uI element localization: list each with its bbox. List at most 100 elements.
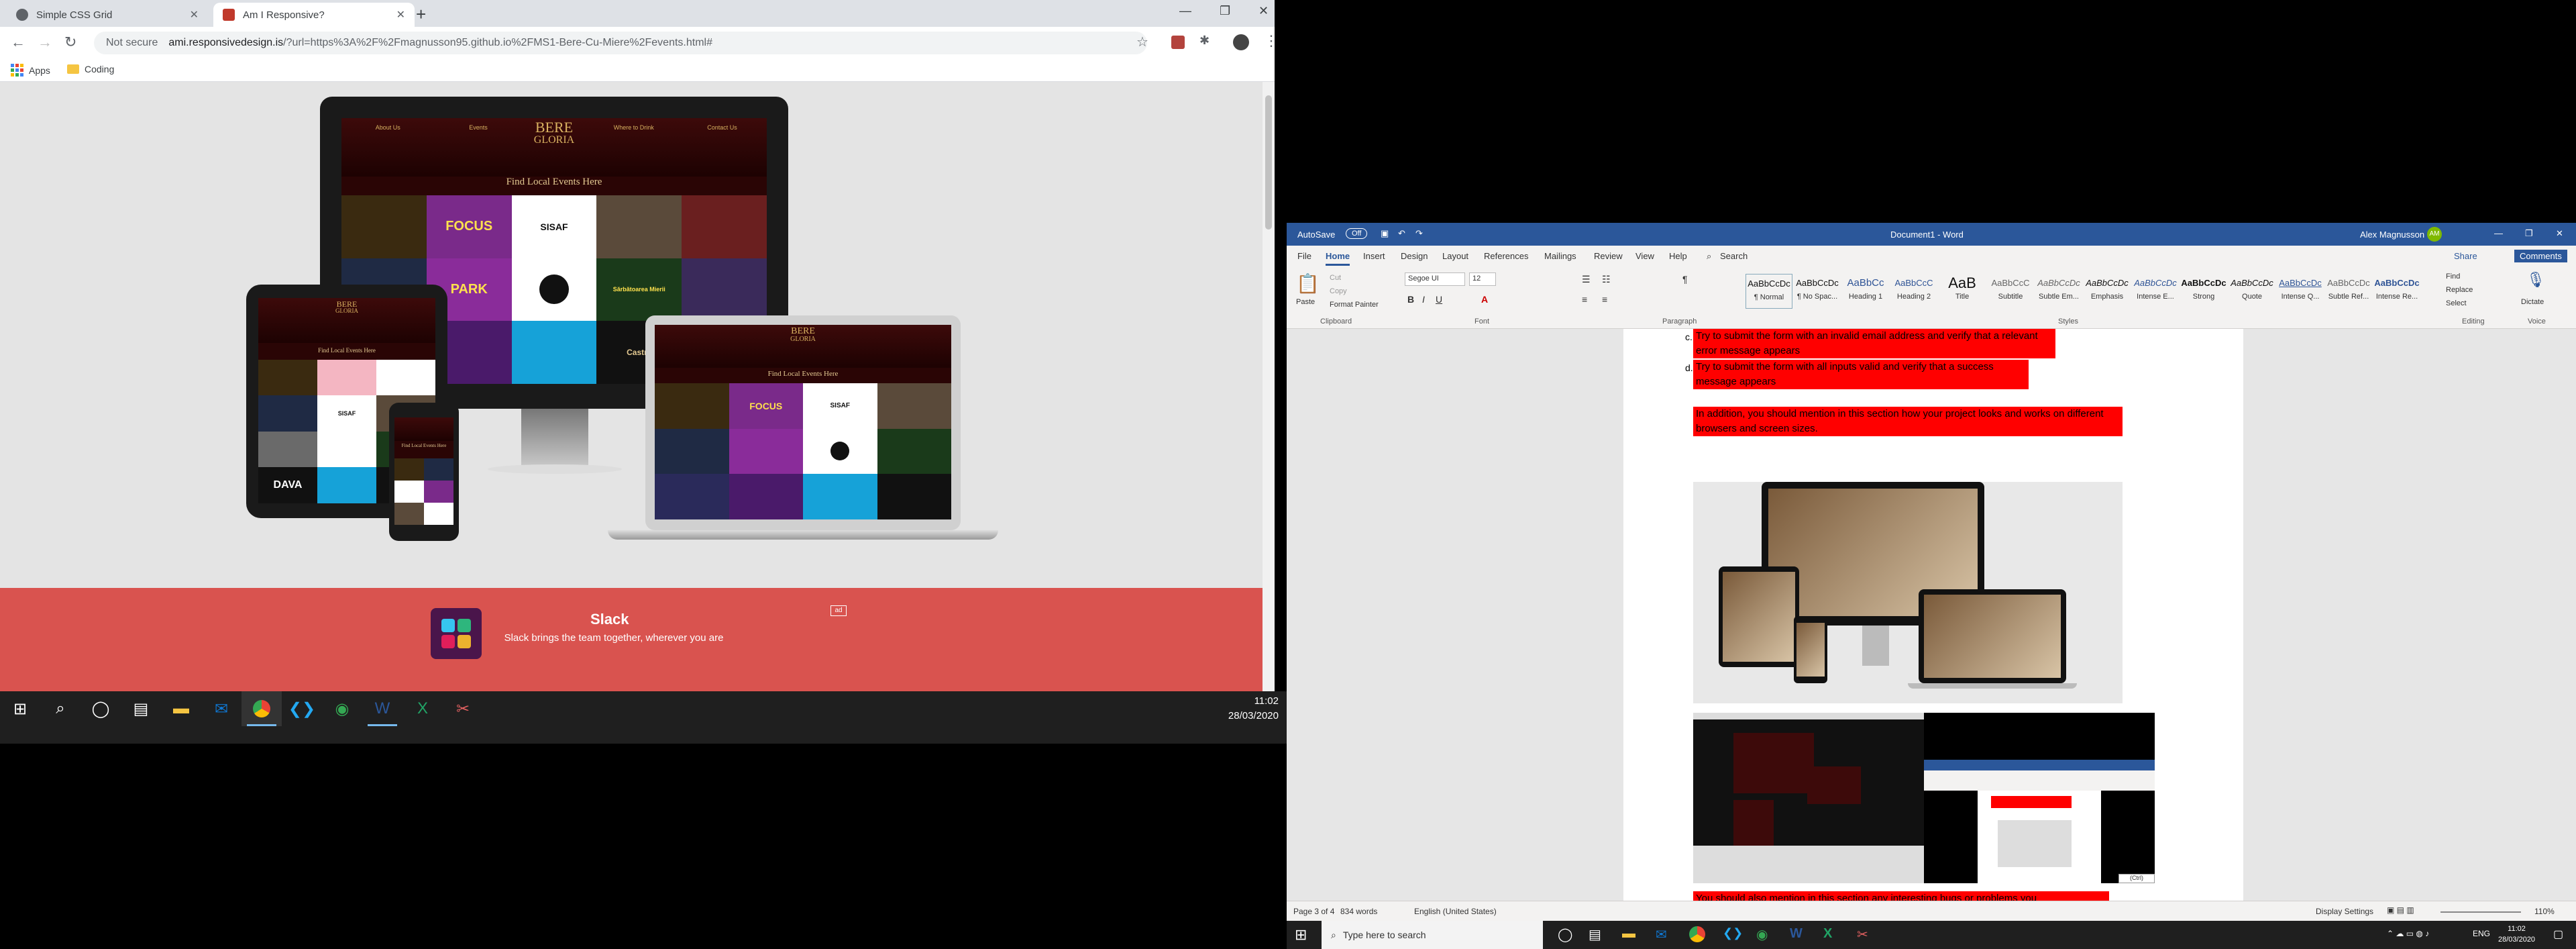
style-title[interactable]: AaB Title	[1939, 274, 1986, 309]
font-color-icon[interactable]: A	[1481, 294, 1488, 305]
input-language[interactable]: ENG	[2473, 929, 2490, 938]
bookmark-apps[interactable]: Apps	[11, 64, 50, 77]
tab-insert[interactable]: Insert	[1363, 251, 1385, 261]
paste-icon[interactable]: 📋	[1296, 272, 1320, 295]
chrome-taskbar-icon[interactable]	[241, 691, 282, 726]
snipping-tool-icon[interactable]: ✂	[1857, 926, 1868, 943]
style-quote[interactable]: AaBbCcDc Quote	[2229, 274, 2275, 309]
font-name-select[interactable]: Segoe UI	[1405, 272, 1465, 286]
format-painter-button[interactable]: Format Painter	[1330, 301, 1379, 309]
taskbar-clock[interactable]: 11:02 28/03/2020	[1228, 694, 1279, 723]
font-size-select[interactable]: 12	[1469, 272, 1496, 286]
tab-am-i-responsive[interactable]: Am I Responsive? ✕	[213, 3, 415, 27]
zoom-level[interactable]: 110%	[2534, 907, 2555, 916]
language[interactable]: English (United States)	[1414, 907, 1497, 916]
file-explorer-icon[interactable]: ▬	[1622, 926, 1635, 942]
pilcrow-icon[interactable]: ¶	[1682, 274, 1688, 285]
slack-ad-banner[interactable]: Slack Slack brings the team together, wh…	[0, 588, 1275, 695]
select-button[interactable]: Select	[2446, 299, 2467, 307]
notification-icon[interactable]: ▢	[2553, 928, 2563, 941]
screenshot-figure-left[interactable]	[1693, 713, 1924, 883]
style-heading1[interactable]: AaBbCc Heading 1	[1842, 274, 1889, 309]
tab-view[interactable]: View	[1635, 251, 1654, 261]
tab-layout[interactable]: Layout	[1442, 251, 1468, 261]
mail-icon[interactable]: ✉	[201, 691, 241, 726]
display-settings[interactable]: Display Settings	[2316, 907, 2373, 916]
cortana-icon[interactable]: ◯	[80, 691, 121, 726]
redo-icon[interactable]: ↷	[1415, 228, 1423, 239]
comments-button[interactable]: Comments	[2514, 250, 2567, 262]
ad-title[interactable]: Slack	[590, 611, 629, 628]
style-no-spacing[interactable]: AaBbCcDc ¶ No Spac...	[1794, 274, 1841, 309]
list-item[interactable]: Try to submit the form with all inputs v…	[1693, 360, 2029, 389]
bullets-icon[interactable]: ☰	[1582, 274, 1591, 285]
replace-button[interactable]: Replace	[2446, 286, 2473, 294]
close-icon[interactable]: ✕	[396, 8, 405, 21]
style-intense-reference[interactable]: AaBbCcDc Intense Re...	[2373, 274, 2420, 309]
ad-badge[interactable]: ad	[830, 605, 847, 616]
search-icon[interactable]: ⌕	[40, 691, 80, 726]
tab-home[interactable]: Home	[1326, 251, 1350, 266]
copy-button[interactable]: Copy	[1330, 287, 1347, 295]
app-icon[interactable]: ◉	[1756, 926, 1768, 943]
windows-start-icon[interactable]: ⊞	[1295, 926, 1307, 944]
tab-simple-css-grid[interactable]: Simple CSS Grid ✕	[7, 3, 208, 27]
file-explorer-icon[interactable]: ▬	[161, 691, 201, 726]
style-subtle-emphasis[interactable]: AaBbCcDc Subtle Em...	[2035, 274, 2082, 309]
style-intense-emphasis[interactable]: AaBbCcDc Intense E...	[2132, 274, 2179, 309]
task-view-icon[interactable]: ▤	[121, 691, 161, 726]
close-window-icon[interactable]: ✕	[2556, 228, 2563, 239]
save-icon[interactable]: ▣	[1381, 228, 1389, 239]
paste-options-button[interactable]: (Ctrl)	[2118, 874, 2155, 883]
reload-icon[interactable]: ↻	[64, 34, 76, 51]
tab-references[interactable]: References	[1484, 251, 1528, 261]
find-button[interactable]: Find	[2446, 272, 2460, 281]
responsive-mockup-figure[interactable]	[1693, 482, 2123, 703]
paragraph[interactable]: You should also mention in this section …	[1693, 891, 2109, 901]
minimize-icon[interactable]: —	[2494, 228, 2503, 238]
profile-avatar[interactable]	[1233, 34, 1249, 50]
document-page[interactable]: c. Try to submit the form with an invali…	[1623, 329, 2243, 901]
microphone-icon[interactable]: 🎙	[2526, 271, 2545, 289]
tab-mailings[interactable]: Mailings	[1544, 251, 1576, 261]
tab-file[interactable]: File	[1297, 251, 1311, 261]
cut-button[interactable]: Cut	[1330, 274, 1341, 282]
cortana-icon[interactable]: ◯	[1558, 926, 1572, 943]
close-window-icon[interactable]: ✕	[1258, 4, 1269, 18]
word-taskbar-icon[interactable]: W	[362, 691, 402, 726]
screenshot-figure-right[interactable]: (Ctrl)	[1924, 713, 2155, 883]
zoom-slider[interactable]	[2440, 911, 2521, 913]
style-intense-quote[interactable]: AaBbCcDc Intense Q...	[2277, 274, 2324, 309]
bookmark-coding[interactable]: Coding	[67, 64, 114, 74]
task-view-icon[interactable]: ▤	[1589, 926, 1601, 943]
share-button[interactable]: Share	[2454, 251, 2477, 261]
forward-icon[interactable]: →	[38, 34, 52, 51]
page-count[interactable]: Page 3 of 4	[1293, 907, 1334, 916]
bookmark-star-icon[interactable]: ☆	[1136, 34, 1148, 50]
extension-icon[interactable]	[1171, 36, 1185, 49]
menu-dots-icon[interactable]: ⋮	[1264, 32, 1279, 50]
tab-design[interactable]: Design	[1401, 251, 1428, 261]
style-normal[interactable]: AaBbCcDc ¶ Normal	[1746, 274, 1792, 309]
style-subtle-reference[interactable]: AaBbCcDc Subtle Ref...	[2325, 274, 2372, 309]
maximize-icon[interactable]: ❐	[2525, 228, 2533, 239]
extension-gear-icon[interactable]: ✱	[1199, 34, 1210, 48]
app-icon[interactable]: ◉	[322, 691, 362, 726]
not-secure-label[interactable]: Not secure	[106, 37, 158, 49]
align-center-icon[interactable]: ≡	[1602, 294, 1607, 305]
maximize-icon[interactable]: ❐	[1220, 4, 1230, 18]
excel-icon[interactable]: X	[1823, 926, 1832, 942]
snipping-tool-icon[interactable]: ✂	[443, 691, 483, 726]
paste-button[interactable]: Paste	[1296, 298, 1315, 306]
vscode-icon[interactable]: ❮❯	[282, 691, 322, 726]
new-tab-button[interactable]: +	[416, 4, 426, 25]
list-item[interactable]: Try to submit the form with an invalid e…	[1693, 329, 2055, 358]
style-emphasis[interactable]: AaBbCcDc Emphasis	[2084, 274, 2131, 309]
address-bar[interactable]: Not secure ami.responsivedesign.is /?url…	[94, 32, 1147, 54]
underline-icon[interactable]: U	[1436, 294, 1442, 305]
close-icon[interactable]: ✕	[190, 8, 199, 21]
excel-icon[interactable]: X	[402, 691, 443, 726]
tab-help[interactable]: Help	[1669, 251, 1687, 261]
minimize-icon[interactable]: —	[1179, 4, 1191, 18]
italic-icon[interactable]: I	[1422, 294, 1425, 305]
